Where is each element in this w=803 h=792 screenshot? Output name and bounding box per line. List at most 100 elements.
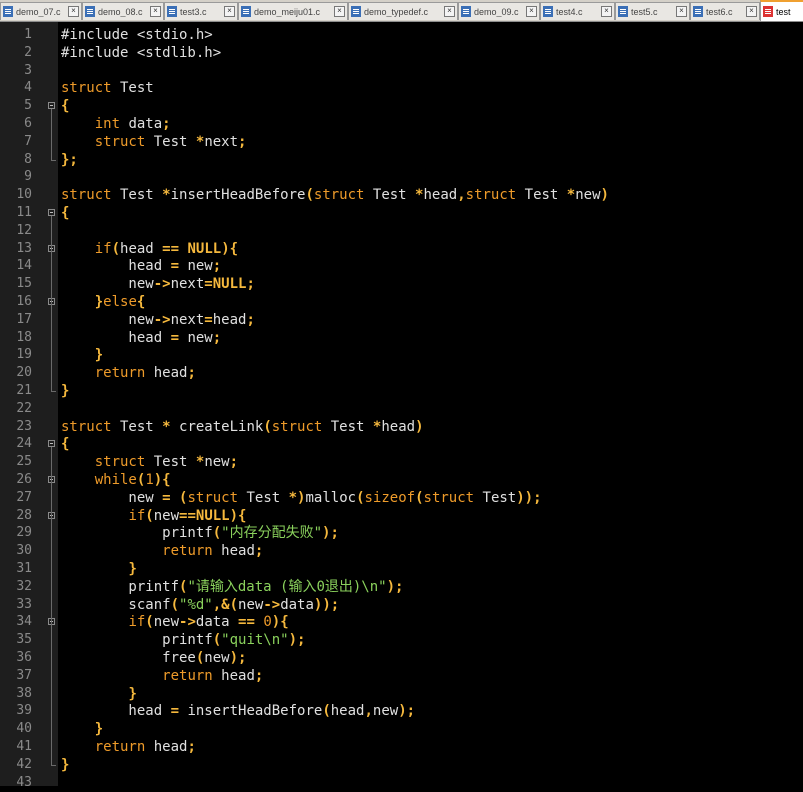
code-token: new: [575, 187, 601, 204]
code-line[interactable]: }else{: [61, 293, 146, 311]
code-line[interactable]: #include <stdio.h>: [61, 26, 213, 44]
close-tab-icon[interactable]: ×: [68, 6, 79, 17]
code-line[interactable]: #include <stdlib.h>: [61, 44, 221, 62]
line-number: 4: [24, 80, 32, 96]
code-token: printf: [61, 578, 180, 595]
code-token: ;: [246, 311, 255, 328]
code-token: (: [322, 703, 331, 720]
code-line[interactable]: if(new==NULL){: [61, 507, 246, 525]
line-number: 34: [16, 614, 32, 630]
code-line[interactable]: free(new);: [61, 649, 246, 667]
code-token: ==: [162, 240, 180, 257]
code-line[interactable]: struct Test: [61, 79, 154, 97]
tab-9[interactable]: test6.c ×: [690, 2, 760, 20]
code-token: ;: [187, 365, 196, 382]
close-tab-icon[interactable]: ×: [150, 6, 161, 17]
code-line[interactable]: }: [61, 756, 69, 774]
code-token: }: [94, 294, 104, 310]
code-token: struct: [94, 454, 146, 471]
line-number: 11: [16, 205, 32, 220]
code-line[interactable]: };: [61, 151, 78, 169]
code-line[interactable]: printf("请输入data (输入0退出)\n");: [61, 578, 403, 596]
tab-3[interactable]: test3.c ×: [164, 2, 238, 20]
code-token: ;: [212, 258, 222, 275]
line-number: 43: [16, 774, 32, 790]
code-line[interactable]: struct Test *insertHeadBefore(struct Tes…: [61, 186, 609, 204]
tab-5[interactable]: demo_typedef.c ×: [348, 2, 458, 20]
close-tab-icon[interactable]: ×: [224, 6, 235, 17]
code-line[interactable]: }: [61, 685, 136, 703]
code-line[interactable]: {: [61, 435, 69, 453]
fold-toggle-icon[interactable]: [48, 102, 55, 110]
code-line[interactable]: new = (struct Test *)malloc(sizeof(struc…: [61, 489, 541, 507]
tab-4[interactable]: demo_meiju01.c ×: [238, 2, 348, 20]
tab-1[interactable]: demo_07.c ×: [0, 2, 82, 20]
code-token: ->: [153, 276, 171, 293]
line-number: 15: [16, 276, 32, 292]
code-token: (: [212, 632, 222, 649]
code-token: struct: [94, 133, 146, 150]
close-tab-icon[interactable]: ×: [746, 6, 757, 17]
code-token: head: [120, 240, 163, 257]
code-line[interactable]: if(head == NULL){: [61, 240, 238, 258]
code-line[interactable]: struct Test *next;: [61, 133, 247, 151]
code-line[interactable]: return head;: [61, 738, 196, 756]
close-tab-icon[interactable]: ×: [334, 6, 345, 17]
code-token: =: [204, 311, 213, 328]
code-line[interactable]: return head;: [61, 364, 196, 382]
code-line[interactable]: while(1){: [61, 471, 171, 489]
code-line[interactable]: printf("内存分配失败");: [61, 524, 339, 542]
fold-toggle-icon[interactable]: [48, 209, 55, 216]
line-number: 2: [24, 44, 32, 60]
code-line[interactable]: new->next=head;: [61, 311, 255, 329]
code-token: ,&(: [212, 596, 239, 613]
code-line[interactable]: }: [61, 560, 136, 578]
code-token: {: [136, 294, 146, 310]
tab-6[interactable]: demo_09.c ×: [458, 2, 540, 20]
fold-toggle-icon[interactable]: [48, 440, 55, 448]
code-line[interactable]: head = new;: [61, 329, 221, 347]
code-token: next: [170, 311, 205, 328]
code-token: {: [61, 205, 70, 221]
code-token: ->: [263, 596, 281, 613]
code-line[interactable]: head = new;: [61, 257, 221, 275]
code-line[interactable]: new->next=NULL;: [61, 275, 255, 293]
code-line[interactable]: if(new->data == 0){: [61, 613, 289, 631]
code-editor[interactable]: #include <stdio.h> #include <stdlib.h> str…: [58, 22, 803, 786]
code-token: if: [128, 507, 146, 524]
code-line[interactable]: }: [61, 346, 103, 364]
code-token: (: [111, 240, 121, 257]
code-token: head: [145, 365, 188, 382]
code-line[interactable]: }: [61, 382, 69, 400]
code-token: ,: [457, 187, 466, 204]
code-line[interactable]: head = insertHeadBefore(head,new);: [61, 702, 415, 720]
code-token: ){: [271, 614, 289, 631]
code-line[interactable]: struct Test * createLink(struct Test *he…: [61, 418, 424, 436]
line-number: 17: [16, 311, 32, 327]
code-token: ;: [246, 276, 255, 293]
code-line[interactable]: }: [61, 720, 103, 738]
close-tab-icon[interactable]: ×: [676, 6, 687, 17]
tab-8[interactable]: test5.c ×: [615, 2, 690, 20]
code-line[interactable]: return head;: [61, 667, 263, 685]
fold-margin[interactable]: [46, 22, 58, 786]
line-number: 7: [24, 133, 32, 149]
line-number-gutter: 1 2 3 4 5 6 7 8 9 10 11 12 13 14 15 16 17 18 19 20 21 22 23 24 2…: [0, 22, 46, 790]
code-line[interactable]: scanf("%d",&(new->data));: [61, 596, 339, 614]
tab-10[interactable]: test: [760, 0, 803, 21]
code-token: (: [212, 525, 222, 542]
code-line[interactable]: {: [61, 97, 69, 115]
close-tab-icon[interactable]: ×: [601, 6, 612, 17]
close-tab-icon[interactable]: ×: [444, 6, 455, 17]
code-line[interactable]: {: [61, 204, 69, 222]
code-line[interactable]: struct Test *new;: [61, 453, 238, 471]
code-line[interactable]: printf("quit\n");: [61, 631, 305, 649]
code-line[interactable]: return head;: [61, 542, 263, 560]
tab-2[interactable]: demo_08.c ×: [82, 2, 164, 20]
close-tab-icon[interactable]: ×: [526, 6, 537, 17]
code-token: NULL: [187, 240, 222, 257]
tab-7[interactable]: test4.c ×: [540, 2, 615, 20]
code-line[interactable]: int data;: [61, 115, 171, 133]
